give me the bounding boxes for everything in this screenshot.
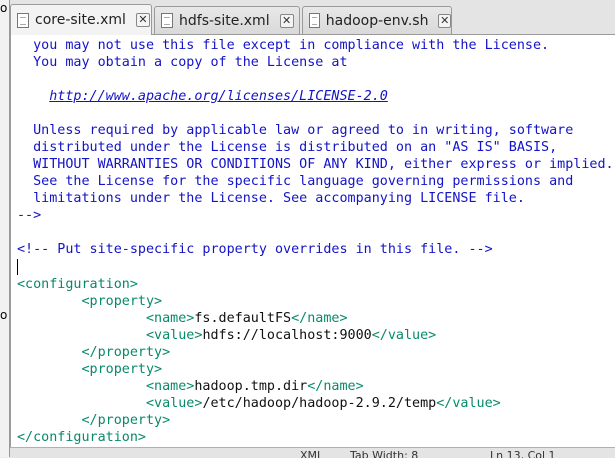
document-icon [17, 12, 29, 28]
document-icon [161, 13, 173, 28]
property-name: fs.defaultFS [194, 311, 292, 326]
comment-line: WITHOUT WARRANTIES OR CONDITIONS OF ANY … [17, 157, 614, 172]
comment-line: <!-- Put site-specific property override… [17, 242, 493, 257]
left-panel-glyph-bottom: o [0, 308, 8, 322]
text-editor[interactable]: you may not use this file except in comp… [10, 35, 615, 447]
comment-line: You may obtain a copy of the License at [17, 55, 348, 70]
license-link[interactable]: http://www.apache.org/licenses/LICENSE-2… [49, 89, 388, 104]
text-cursor [17, 259, 18, 275]
comment-line: distributed under the License is distrib… [17, 140, 558, 155]
xml-tag-line: <configuration> [17, 277, 138, 292]
left-panel-edge: o o [0, 0, 10, 457]
document-icon [309, 13, 320, 28]
xml-element-line: <name>fs.defaultFS</name> [146, 311, 348, 326]
xml-element-line: <value>hdfs://localhost:9000</value> [146, 328, 437, 343]
xml-tag-line: </property> [81, 345, 171, 360]
xml-element-line: <name>hadoop.tmp.dir</name> [146, 379, 364, 394]
xml-element-line: <value>/etc/hadoop/hadoop-2.9.2/temp</va… [146, 396, 501, 411]
status-bar: XML Tab Width: 8 Ln 13, Col 1 [10, 447, 615, 458]
tab-label: hadoop-env.sh [325, 12, 429, 29]
xml-tag-line: <property> [81, 294, 163, 309]
xml-tag-line: </property> [81, 413, 171, 428]
property-name: hadoop.tmp.dir [194, 379, 308, 394]
comment-line: Unless required by applicable law or agr… [17, 123, 574, 138]
tab-core-site[interactable]: core-site.xml ✕ [10, 4, 152, 35]
comment-line: limitations under the License. See accom… [17, 191, 525, 206]
xml-tag-line: </configuration> [17, 430, 146, 445]
comment-line: you may not use this file except in comp… [17, 38, 550, 53]
tab-hdfs-site[interactable]: hdfs-site.xml ✕ [154, 6, 300, 34]
comment-line: http://www.apache.org/licenses/LICENSE-2… [17, 88, 388, 105]
tab-label: core-site.xml [35, 12, 126, 28]
close-icon[interactable]: ✕ [438, 13, 451, 28]
property-value: /etc/hadoop/hadoop-2.9.2/temp [202, 396, 437, 411]
xml-tag-line: <property> [81, 362, 163, 377]
comment-line: --> [17, 208, 42, 223]
property-value: hdfs://localhost:9000 [202, 328, 372, 343]
tab-bar: core-site.xml ✕ hdfs-site.xml ✕ hadoop-e… [10, 0, 615, 35]
tab-hadoop-env[interactable]: hadoop-env.sh ✕ [302, 6, 452, 34]
comment-line: See the License for the specific languag… [17, 174, 574, 189]
close-icon[interactable]: ✕ [135, 13, 150, 27]
close-icon[interactable]: ✕ [279, 13, 294, 28]
tab-label: hdfs-site.xml [179, 12, 270, 29]
left-panel-glyph-top: o [0, 1, 8, 15]
